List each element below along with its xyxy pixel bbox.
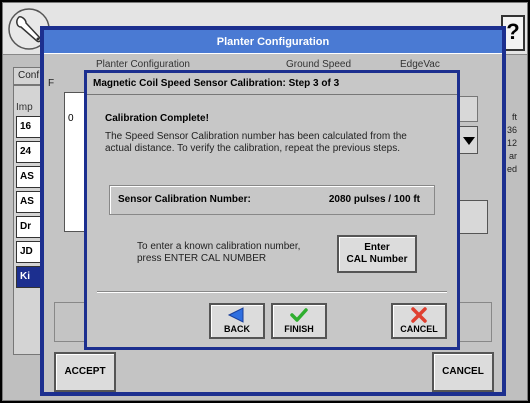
config-cancel-button[interactable]: CANCEL [432, 352, 494, 392]
tab-planter-configuration[interactable]: Planter Configuration [96, 59, 190, 70]
accept-button[interactable]: ACCEPT [54, 352, 116, 392]
config-field-label: F [48, 78, 55, 89]
calibration-heading: Calibration Complete! [105, 113, 209, 124]
tab-edgevac[interactable]: EdgeVac [400, 59, 440, 70]
scroll-down-button[interactable] [458, 126, 478, 154]
calibration-number-value: 2080 pulses / 100 ft [328, 194, 420, 205]
enter-cal-number-button[interactable]: Enter CAL Number [337, 235, 417, 273]
planter-configuration-tabs: Planter Configuration Ground Speed EdgeV… [44, 56, 502, 70]
background-list-caption: Imp [16, 102, 33, 113]
finish-button[interactable]: FINISH [271, 303, 327, 339]
finish-button-label: FINISH [284, 324, 314, 334]
close-icon [411, 307, 427, 323]
back-button[interactable]: BACK [209, 303, 265, 339]
calibration-dialog-title: Magnetic Coil Speed Sensor Calibration: … [87, 73, 457, 95]
cancel-button[interactable]: CANCEL [391, 303, 447, 339]
enter-cal-instruction: To enter a known calibration number, pre… [137, 241, 301, 264]
planter-configuration-title: Planter Configuration [44, 30, 502, 54]
cancel-button-label: CANCEL [400, 324, 438, 334]
checkmark-icon [290, 308, 308, 322]
calibration-number-label: Sensor Calibration Number: [118, 194, 251, 205]
calibration-description: The Speed Sensor Calibration number has … [105, 131, 407, 154]
tab-ground-speed[interactable]: Ground Speed [286, 59, 351, 70]
scroll-up-button[interactable] [458, 96, 478, 122]
calibration-number-box: Sensor Calibration Number: 2080 pulses /… [109, 185, 435, 215]
calibration-dialog: Magnetic Coil Speed Sensor Calibration: … [84, 70, 460, 350]
back-arrow-icon [227, 307, 244, 323]
back-button-label: BACK [224, 324, 250, 334]
enter-cal-button-line1: Enter [364, 242, 390, 253]
enter-cal-button-line2: CAL Number [346, 254, 408, 265]
dialog-divider [97, 291, 447, 293]
calibration-body: Calibration Complete! The Speed Sensor C… [97, 99, 445, 295]
